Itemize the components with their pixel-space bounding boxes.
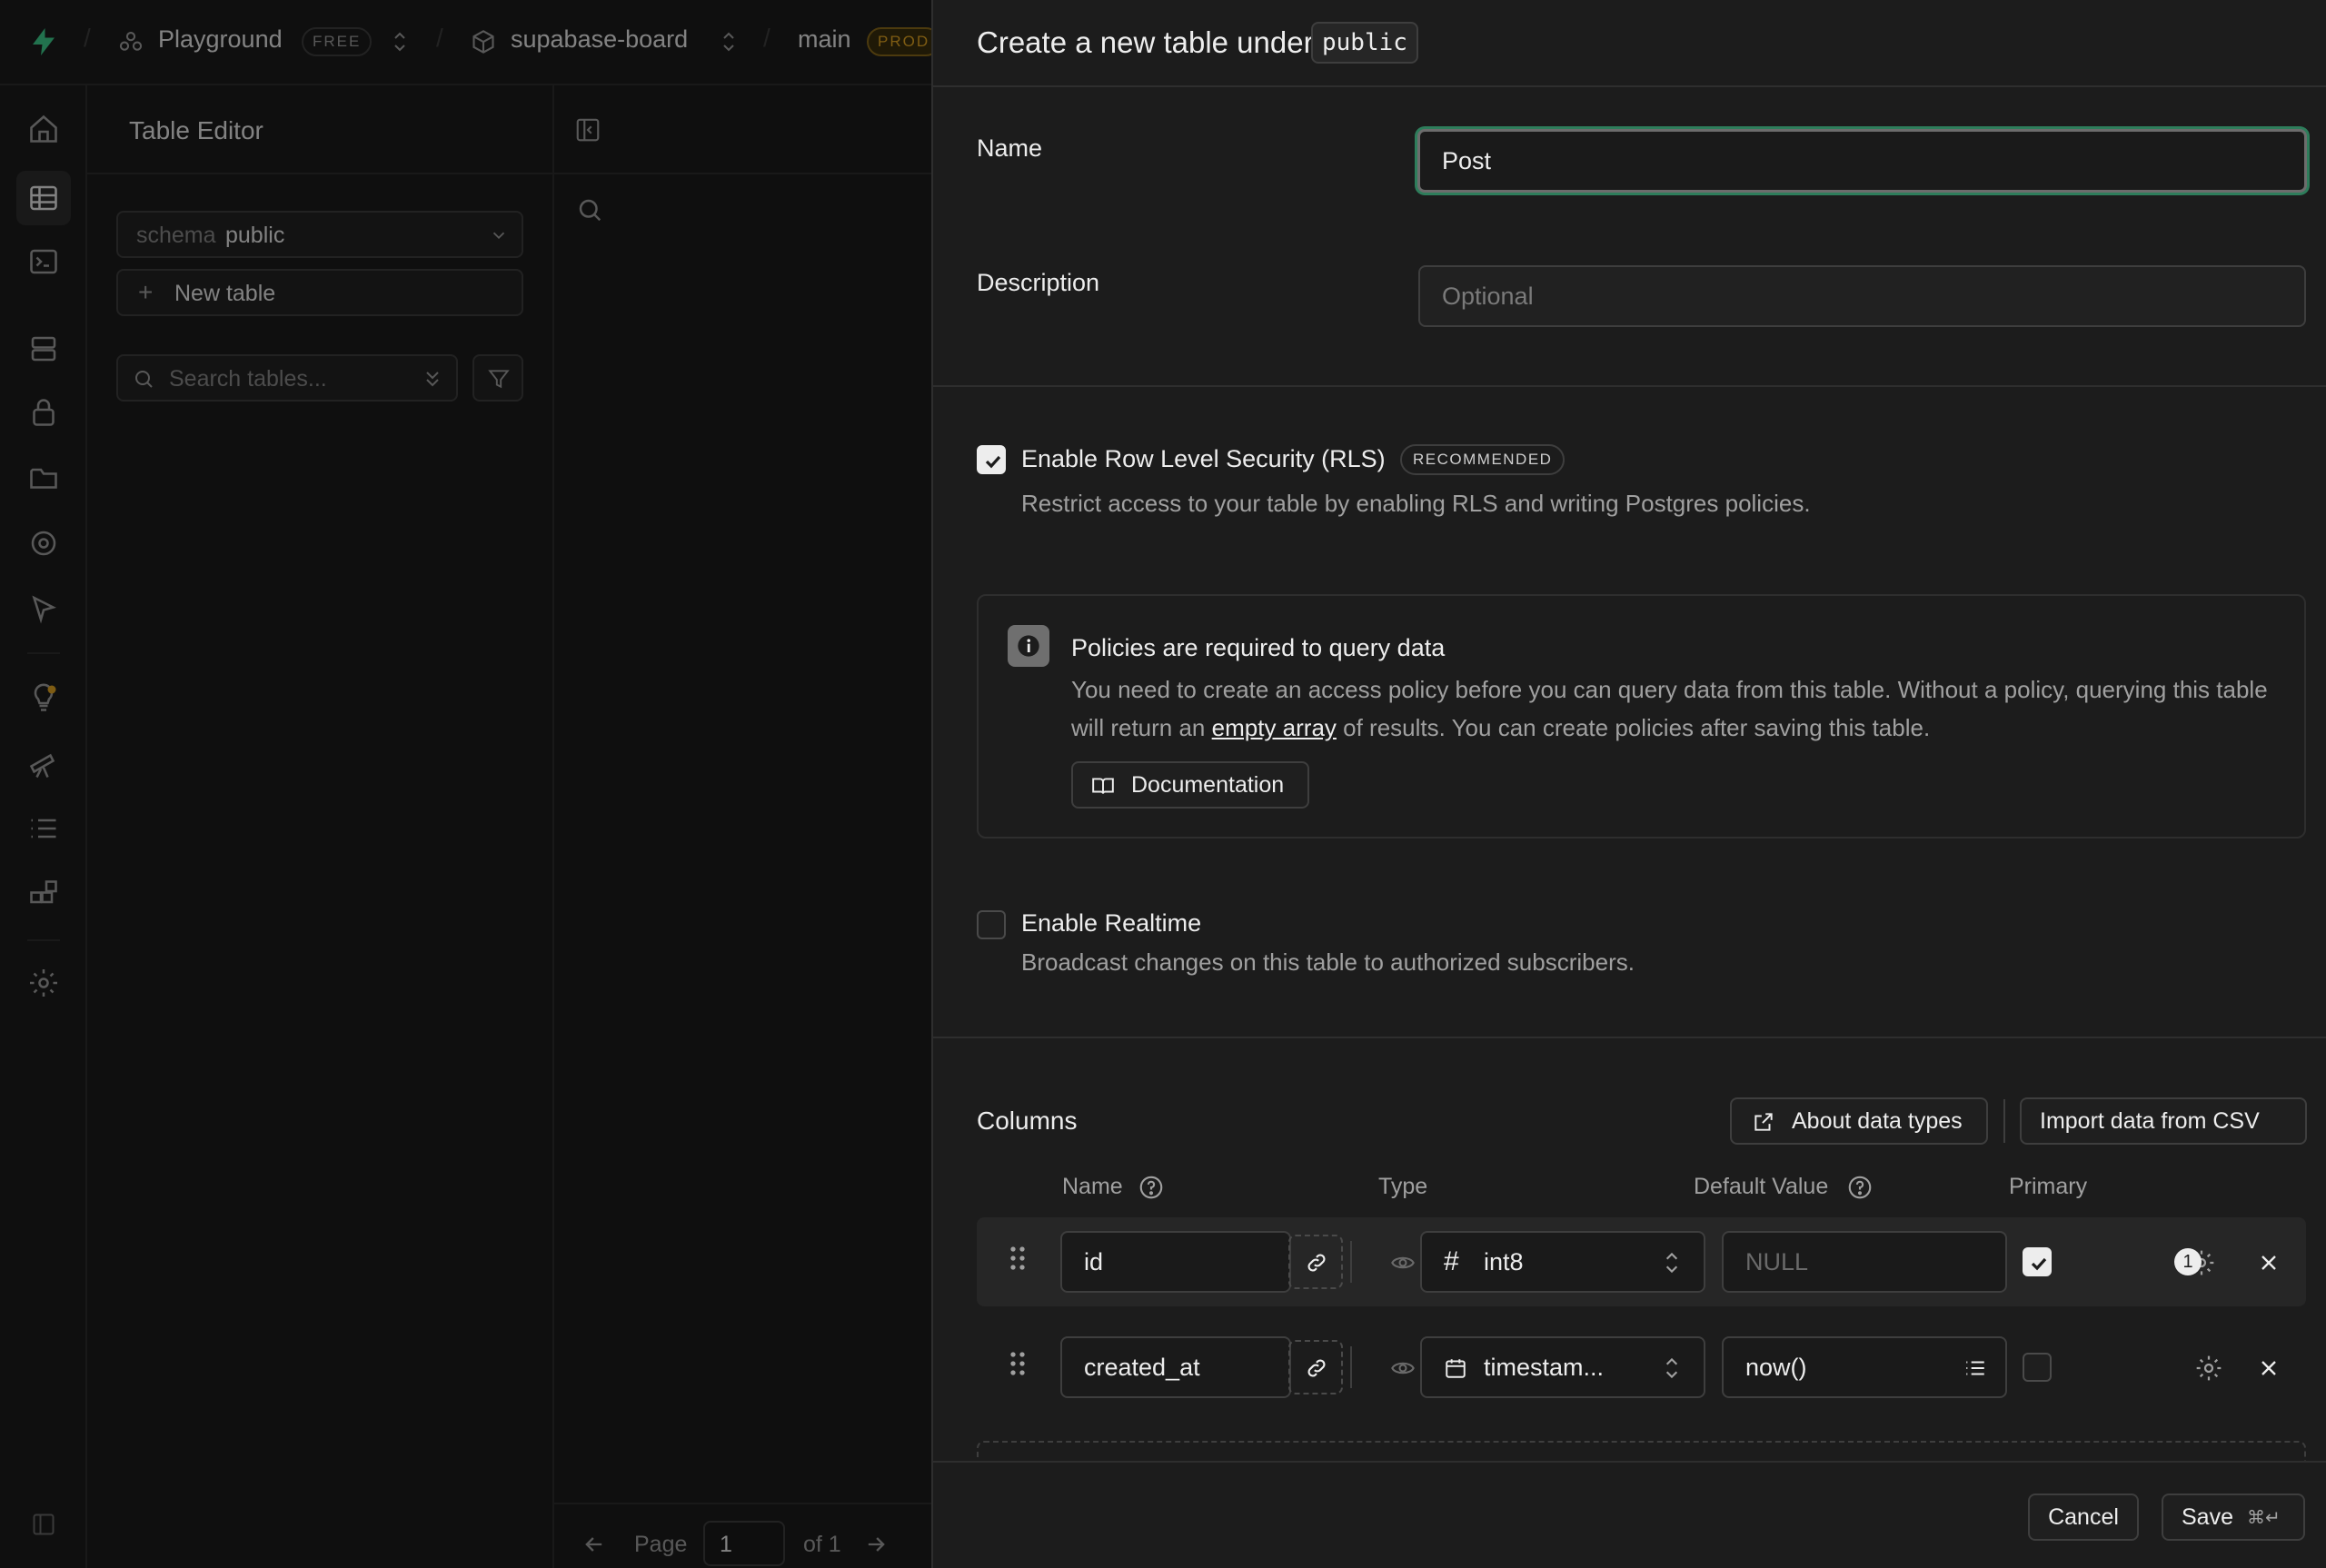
documentation-button[interactable]: Documentation <box>1071 761 1309 809</box>
column-settings-gear-icon[interactable] <box>2194 1354 2223 1383</box>
column-name-value: created_at <box>1084 1354 1200 1381</box>
foreign-key-link-button[interactable] <box>1288 1235 1343 1289</box>
save-shortcut: ⌘↵ <box>2247 1506 2281 1528</box>
column-type-value: timestam... <box>1484 1354 1605 1381</box>
callout-text-after: of results. You can create policies afte… <box>1343 714 1931 741</box>
realtime-checkbox[interactable] <box>977 910 1006 939</box>
external-link-icon <box>1754 1113 1773 1131</box>
about-data-types-label: About data types <box>1792 1108 1963 1134</box>
panel-footer: Cancel Save ⌘↵ <box>933 1461 2326 1568</box>
primary-key-checkbox[interactable] <box>2023 1247 2052 1276</box>
column-header-primary: Primary <box>2009 1174 2088 1199</box>
column-header-default: Default Value <box>1694 1174 1829 1199</box>
chevrons-up-down-icon <box>1665 1357 1678 1379</box>
name-label: Name <box>977 134 1043 162</box>
schema-chip: public <box>1311 22 1418 64</box>
description-label: Description <box>977 269 1100 296</box>
foreign-key-link-button[interactable] <box>1288 1340 1343 1394</box>
realtime-label[interactable]: Enable Realtime <box>1021 909 1201 938</box>
save-label: Save <box>2182 1504 2233 1530</box>
suggestions-list-icon[interactable] <box>1963 1356 1987 1380</box>
panel-title: Create a new table under <box>977 25 1314 59</box>
column-name-value: id <box>1084 1248 1104 1275</box>
drag-handle-icon[interactable] <box>1008 1350 1028 1377</box>
link-icon <box>1307 1359 1326 1377</box>
drag-handle-icon[interactable] <box>1008 1245 1028 1272</box>
help-circle-icon[interactable] <box>1138 1174 1165 1201</box>
column-type-value: int8 <box>1484 1248 1524 1275</box>
default-value-placeholder: NULL <box>1745 1248 1809 1275</box>
default-value: now() <box>1745 1354 1807 1381</box>
rls-label[interactable]: Enable Row Level Security (RLS) <box>1021 445 1386 473</box>
info-circle-glyph <box>1018 635 1039 657</box>
create-table-panel: Create a new table under public Name Des… <box>931 0 2326 1568</box>
import-csv-button[interactable]: Import data from CSV <box>2020 1097 2307 1145</box>
primary-key-checkbox[interactable] <box>2023 1353 2052 1382</box>
default-value-input[interactable]: NULL <box>1722 1231 2007 1293</box>
column-name-input[interactable]: id <box>1060 1231 1291 1293</box>
column-header-type: Type <box>1378 1174 1428 1199</box>
remove-column-close-icon[interactable] <box>2256 1250 2281 1275</box>
realtime-help-text: Broadcast changes on this table to autho… <box>1021 948 1635 976</box>
default-value-input[interactable]: now() <box>1722 1336 2007 1398</box>
column-header-name: Name <box>1062 1174 1123 1199</box>
column-name-input[interactable]: created_at <box>1060 1336 1291 1398</box>
about-data-types-button[interactable]: About data types <box>1730 1097 1988 1145</box>
cancel-button[interactable]: Cancel <box>2028 1494 2139 1541</box>
book-icon <box>1092 778 1114 794</box>
rls-help-text: Restrict access to your table by enablin… <box>1021 490 1811 517</box>
calendar-icon <box>1446 1359 1466 1378</box>
table-description-input[interactable] <box>1418 265 2306 327</box>
column-type-select[interactable]: timestam... <box>1420 1336 1705 1398</box>
info-icon <box>1008 625 1049 667</box>
remove-column-close-icon[interactable] <box>2256 1355 2281 1381</box>
cancel-label: Cancel <box>2048 1504 2119 1530</box>
table-name-input[interactable] <box>1417 129 2307 193</box>
policies-callout: Policies are required to query data You … <box>977 594 2306 839</box>
hash-icon: # <box>1444 1246 1459 1276</box>
checkmark-icon <box>2031 1257 2047 1271</box>
chevrons-up-down-icon <box>1665 1252 1678 1274</box>
save-button[interactable]: Save ⌘↵ <box>2162 1494 2305 1541</box>
button-divider <box>2003 1099 2005 1143</box>
empty-array-link[interactable]: empty array <box>1212 714 1337 741</box>
callout-title: Policies are required to query data <box>1071 634 1446 661</box>
section-divider <box>933 385 2326 387</box>
help-circle-icon[interactable] <box>1846 1174 1874 1201</box>
rls-checkbox[interactable] <box>977 445 1006 474</box>
import-csv-label: Import data from CSV <box>2040 1108 2260 1134</box>
callout-body: You need to create an access policy befo… <box>1071 670 2280 747</box>
cell-divider <box>1350 1241 1352 1283</box>
eye-icon[interactable] <box>1390 1355 1416 1381</box>
column-type-select[interactable]: # int8 <box>1420 1231 1705 1293</box>
documentation-label: Documentation <box>1131 772 1285 798</box>
cell-divider <box>1350 1346 1352 1388</box>
recommended-badge: RECOMMENDED <box>1400 444 1566 475</box>
settings-count-badge: 1 <box>2174 1248 2202 1275</box>
section-divider <box>933 1037 2326 1038</box>
eye-icon[interactable] <box>1390 1250 1416 1275</box>
link-icon <box>1307 1254 1326 1272</box>
checkmark-icon <box>985 455 1001 469</box>
columns-title: Columns <box>977 1107 1078 1135</box>
title-divider <box>933 85 2326 87</box>
